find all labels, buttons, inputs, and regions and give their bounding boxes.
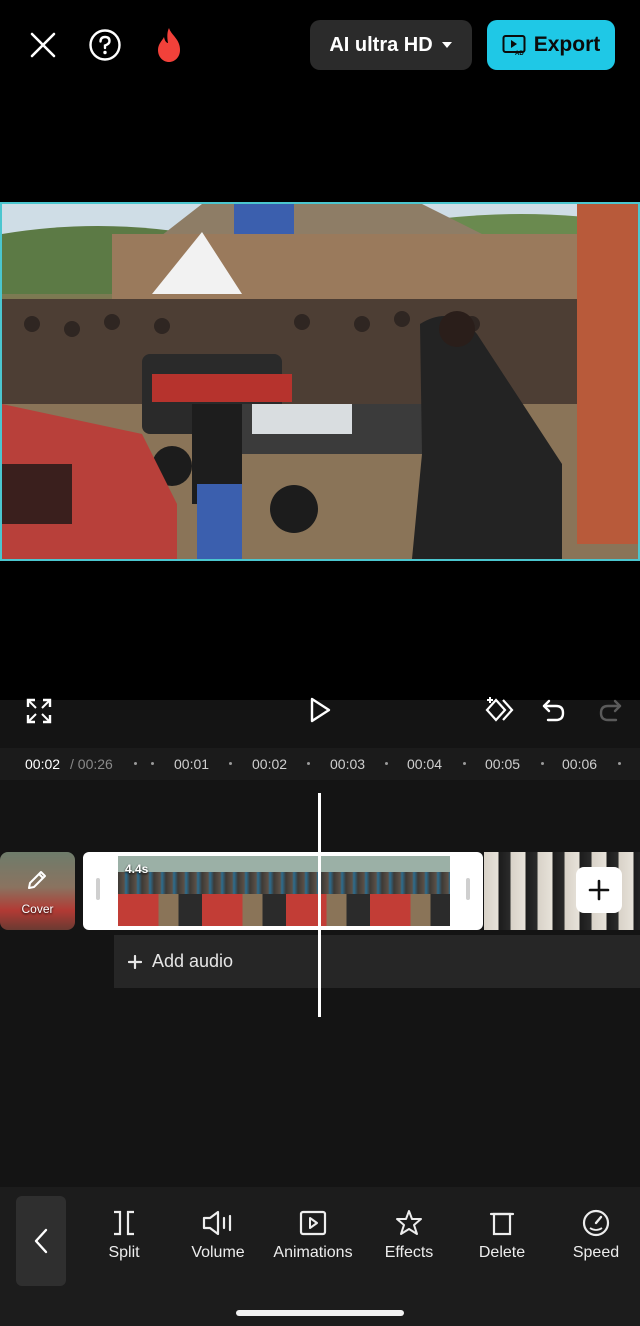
video-frame-image (2, 204, 638, 559)
plus-icon (588, 879, 610, 901)
fire-icon (158, 28, 180, 62)
play-button[interactable] (302, 692, 338, 728)
close-button[interactable] (22, 24, 64, 66)
tool-volume[interactable]: Volume (172, 1208, 264, 1262)
tool-label: Speed (572, 1244, 620, 1261)
fullscreen-icon (26, 698, 52, 724)
tick-label: 00:01 (174, 756, 210, 772)
total-time: / 00:26 (70, 756, 113, 772)
help-icon (89, 29, 121, 61)
tick-label: 00:06 (562, 756, 598, 772)
split-icon (114, 1210, 134, 1236)
cover-label: Cover (21, 902, 54, 916)
tick-label: 00:03 (330, 756, 366, 772)
trending-button[interactable] (148, 22, 190, 68)
tool-label: Animations (273, 1244, 353, 1261)
tool-effects[interactable]: Effects (363, 1208, 455, 1262)
undo-icon (542, 699, 565, 722)
add-keyframe-button[interactable] (482, 692, 518, 728)
time-ruler[interactable]: 00:02 / 00:26 00:01 00:02 00:03 00:04 00… (0, 748, 640, 780)
tool-label: Delete (478, 1244, 526, 1261)
back-button[interactable] (16, 1196, 66, 1286)
plus-icon (128, 954, 142, 969)
clip-trim-handle-right[interactable] (466, 878, 470, 900)
speed-icon (582, 1209, 610, 1237)
effects-icon (396, 1210, 422, 1235)
fullscreen-button[interactable] (22, 694, 56, 728)
tool-delete[interactable]: Delete (456, 1208, 548, 1262)
tool-split[interactable]: Split (78, 1208, 170, 1262)
add-keyframe-icon (485, 697, 514, 722)
play-icon (310, 697, 331, 723)
tick-label: 00:02 (252, 756, 288, 772)
export-icon: AD (502, 35, 526, 56)
add-audio-label: Add audio (152, 951, 234, 971)
redo-button[interactable] (592, 692, 628, 728)
edit-pencil-icon (28, 871, 46, 889)
quality-label: AI ultra HD (329, 33, 433, 56)
clip-thumbnails: 4.4s (118, 856, 450, 926)
add-audio-track[interactable]: Add audio (114, 935, 640, 988)
cover-button[interactable]: Cover (0, 852, 75, 930)
animations-icon (299, 1210, 327, 1236)
svg-text:AD: AD (515, 51, 524, 56)
volume-icon (202, 1210, 232, 1236)
redo-icon (599, 699, 622, 722)
clip-duration: 4.4s (125, 862, 149, 876)
tick-label: 00:04 (407, 756, 443, 772)
undo-button[interactable] (536, 692, 572, 728)
help-button[interactable] (84, 24, 126, 66)
playhead[interactable] (318, 793, 321, 1017)
clip-trim-handle-left[interactable] (96, 878, 100, 900)
close-icon (30, 32, 56, 58)
tool-animations[interactable]: Animations (267, 1208, 359, 1262)
video-preview[interactable] (0, 202, 640, 561)
tool-label: Split (108, 1244, 140, 1261)
tool-label: Effects (384, 1244, 434, 1261)
delete-icon (489, 1212, 515, 1236)
tool-speed[interactable]: Speed (550, 1208, 640, 1262)
chevron-left-icon (34, 1228, 48, 1254)
export-label: Export (533, 33, 601, 56)
caret-down-icon (441, 42, 452, 48)
home-indicator[interactable] (236, 1310, 404, 1316)
current-time: 00:02 (25, 756, 61, 772)
export-button[interactable]: AD Export (487, 20, 615, 70)
quality-selector[interactable]: AI ultra HD (310, 20, 472, 70)
add-clip-button[interactable] (576, 867, 622, 913)
tool-label: Volume (191, 1244, 245, 1261)
tick-label: 00:05 (485, 756, 521, 772)
